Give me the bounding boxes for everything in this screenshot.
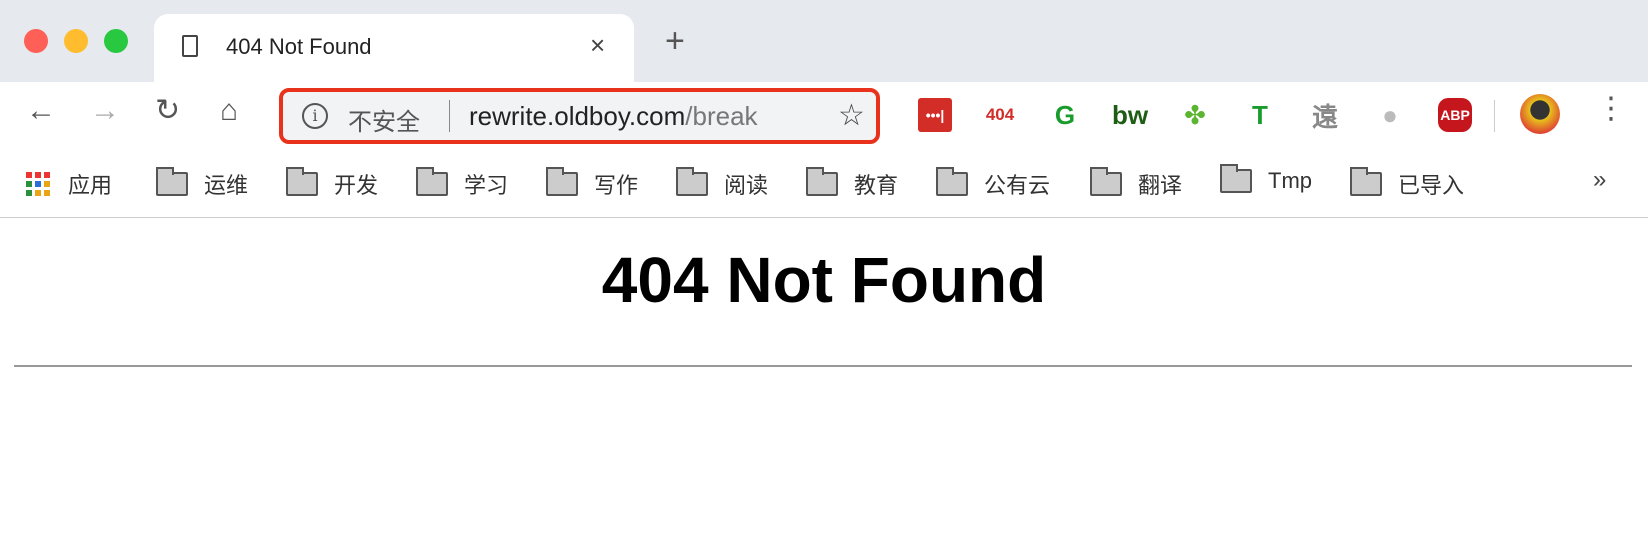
minimize-window-button[interactable] [64,29,88,53]
bookmark-label: 教育 [854,173,899,198]
menu-button[interactable]: ⋮ [1596,94,1626,124]
bookmark-label: 应用 [68,173,113,198]
folder-icon [416,167,448,196]
bookmarks-overflow-button[interactable]: » [1593,166,1606,194]
bookmark-label: 学习 [464,173,509,198]
extension-bw-icon[interactable]: bw [1112,98,1148,132]
extension-grammarly-g-icon[interactable]: G [1048,98,1082,132]
page-heading: 404 Not Found [601,244,1047,316]
new-tab-button[interactable]: + [665,24,685,58]
tab-active[interactable]: 404 Not Found × [154,14,634,84]
folder-icon [1220,164,1252,193]
bookmark-label: 开发 [334,173,379,198]
tab-close-icon[interactable]: × [590,30,605,61]
folder-icon [156,167,188,196]
divider [1494,100,1495,132]
info-icon[interactable]: i [302,103,328,129]
bookmark-label: 公有云 [984,173,1051,198]
profile-avatar[interactable] [1520,94,1560,134]
bookmark-folder[interactable]: 已导入 [1350,167,1465,200]
bookmark-folder[interactable]: 翻译 [1090,167,1183,200]
folder-icon [936,167,968,196]
tab-strip: 404 Not Found × + [0,0,1648,84]
bookmark-folder[interactable]: 写作 [546,167,639,200]
folder-icon [806,167,838,196]
bookmark-folder[interactable]: 公有云 [936,167,1051,200]
bookmark-folder[interactable]: 运维 [156,167,249,200]
toolbar: ← → ↻ ⌂ i 不安全 rewrite.oldboy.com/break ☆… [0,82,1648,148]
bookmark-label: Tmp [1268,168,1312,193]
bookmark-label: 已导入 [1398,173,1465,198]
bookmark-folder[interactable]: 学习 [416,167,509,200]
extension-t-shield-icon[interactable]: T [1243,98,1277,132]
close-window-button[interactable] [24,29,48,53]
bookmark-label: 阅读 [724,173,769,198]
reload-button[interactable]: ↻ [155,96,180,126]
extension-globe-icon[interactable]: ● [1373,98,1407,132]
bookmark-folder[interactable]: 阅读 [676,167,769,200]
apps-grid-icon [26,172,50,196]
extension-clover-icon[interactable]: ✤ [1178,98,1212,132]
bookmark-label: 运维 [204,173,249,198]
address-bar[interactable]: i 不安全 rewrite.oldboy.com/break ☆ [279,88,880,144]
extension-lastpass-icon[interactable]: •••| [918,98,952,132]
tab-title: 404 Not Found [226,34,372,59]
bookmarks-bar: 应用 运维 开发 学习 写作 阅读 教育 公有云 翻译 Tmp 已导入 » [0,148,1648,218]
bookmark-star-icon[interactable]: ☆ [838,98,865,133]
url-path: /break [685,101,758,131]
document-icon [182,35,198,57]
extension-404-icon[interactable]: 404 [983,98,1017,132]
separator [449,100,450,132]
extension-calligraphy-icon[interactable]: 遠 [1308,98,1342,132]
bookmark-apps[interactable]: 应用 [26,168,112,200]
back-button[interactable]: ← [26,96,56,126]
extension-adblock-plus-icon[interactable]: ABP [1438,98,1472,132]
url-host: rewrite.oldboy.com [469,101,686,131]
forward-button[interactable]: → [90,96,120,126]
bookmark-folder[interactable]: Tmp [1220,164,1312,194]
bookmark-label: 翻译 [1138,173,1183,198]
folder-icon [1090,167,1122,196]
folder-icon [1350,167,1382,196]
bookmark-label: 写作 [594,173,639,198]
url-text[interactable]: rewrite.oldboy.com/break [469,101,758,132]
maximize-window-button[interactable] [104,29,128,53]
home-button[interactable]: ⌂ [220,96,238,126]
security-label[interactable]: 不安全 [348,102,420,137]
folder-icon [286,167,318,196]
horizontal-rule [14,365,1632,367]
bookmark-folder[interactable]: 教育 [806,167,899,200]
bookmark-folder[interactable]: 开发 [286,167,379,200]
folder-icon [546,167,578,196]
folder-icon [676,167,708,196]
